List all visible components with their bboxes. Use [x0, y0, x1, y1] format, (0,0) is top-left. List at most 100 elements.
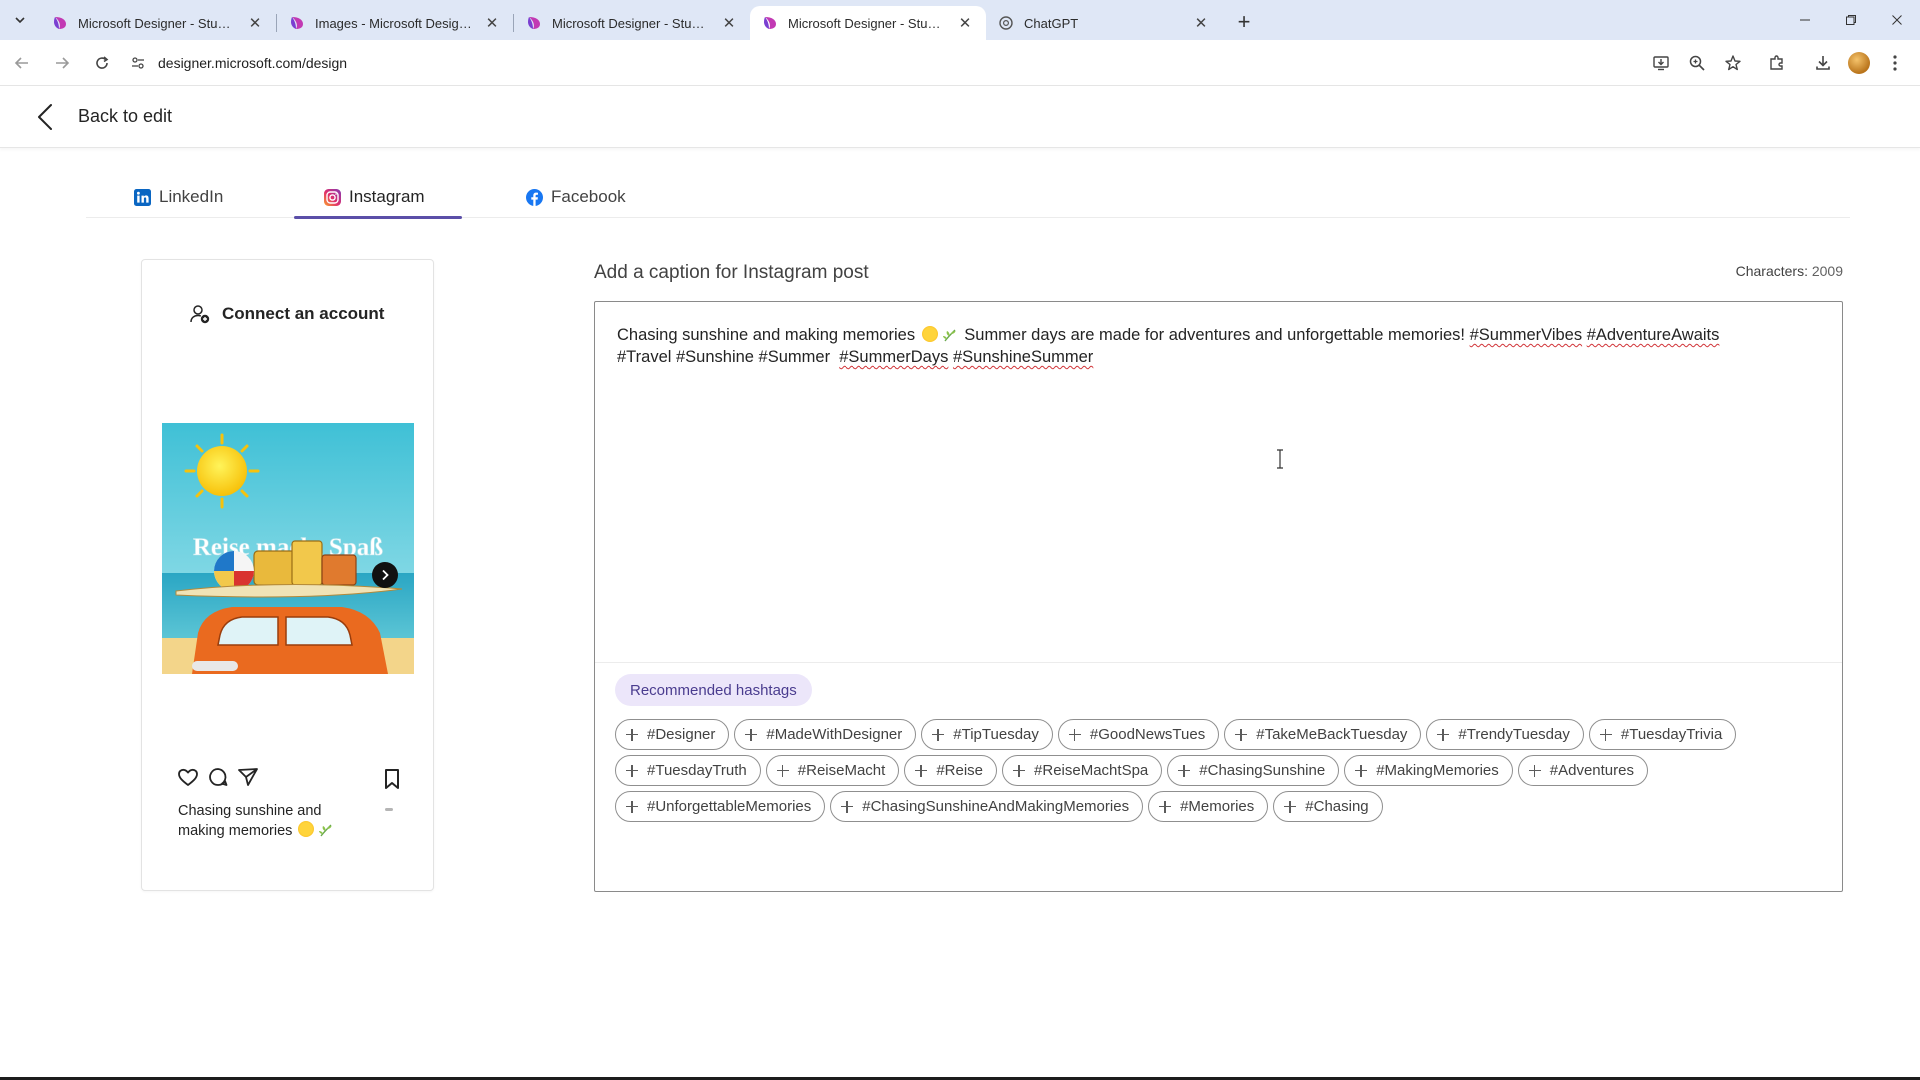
extensions-button[interactable] [1764, 50, 1790, 76]
caption-editor: Chasing sunshine and making memories Sum… [594, 301, 1843, 892]
reload-button[interactable] [84, 45, 120, 81]
caption-editor-title: Add a caption for Instagram post [594, 262, 869, 283]
chevron-left-icon [38, 103, 52, 130]
tab-title: Microsoft Designer - Stunning designs [552, 15, 710, 31]
hashtag-chip-label: #UnforgettableMemories [647, 798, 812, 815]
close-window-button[interactable] [1874, 0, 1920, 40]
send-icon[interactable] [236, 765, 260, 789]
caption-hashtag-sunshinesummer: #SunshineSummer [952, 348, 1094, 366]
tab-search-button[interactable] [0, 0, 40, 40]
more-vertical-icon [1893, 55, 1897, 71]
hashtag-chip[interactable]: #ReiseMacht [765, 755, 900, 786]
profile-button[interactable] [1846, 50, 1872, 76]
plus-icon [776, 764, 789, 777]
tab-title: Microsoft Designer - Stunning designs [788, 15, 946, 31]
hashtag-chip[interactable]: #TuesdayTrivia [1588, 719, 1737, 750]
plus-icon [1599, 728, 1612, 741]
hashtag-row-1: #Designer #MadeWithDesigner #TipTuesday … [615, 719, 1825, 750]
hashtag-chip[interactable]: #Designer [615, 719, 730, 750]
editor-divider [595, 662, 1842, 663]
reload-icon [96, 55, 109, 69]
hashtag-chip[interactable]: #Adventures [1517, 755, 1648, 786]
hashtag-chip[interactable]: #MadeWithDesigner [734, 719, 917, 750]
heart-icon[interactable] [176, 765, 200, 789]
restore-icon [1846, 15, 1856, 25]
hashtag-chip[interactable]: #TipTuesday [921, 719, 1053, 750]
facebook-icon [526, 188, 543, 206]
back-to-edit-button[interactable]: Back to edit [34, 102, 172, 132]
post-actions [176, 765, 406, 791]
tab-close-icon[interactable]: ✕ [1192, 14, 1210, 32]
linkedin-icon [134, 188, 151, 206]
caption-hashtag-adventureawaits: #AdventureAwaits [1586, 326, 1720, 344]
hashtag-chip[interactable]: #Chasing [1273, 791, 1383, 822]
bookmark-star-button[interactable] [1720, 50, 1746, 76]
tab-instagram-label: Instagram [349, 187, 425, 206]
hashtag-chip[interactable]: #ChasingSunshineAndMakingMemories [830, 791, 1144, 822]
hashtag-chip[interactable]: #MakingMemories [1344, 755, 1513, 786]
plus-icon [626, 764, 638, 777]
restore-button[interactable] [1828, 0, 1874, 40]
herb-emoji-icon [942, 329, 956, 342]
bookmark-icon[interactable] [380, 767, 404, 791]
tab-close-icon[interactable]: ✕ [246, 14, 264, 32]
preview-caption-line-2: making memories [178, 821, 348, 841]
hashtag-chip[interactable]: #ChasingSunshine [1167, 755, 1340, 786]
hashtag-chip[interactable]: #Memories [1148, 791, 1269, 822]
zoom-button[interactable] [1684, 50, 1710, 76]
tab-close-icon[interactable]: ✕ [720, 14, 738, 32]
site-info-icon[interactable] [126, 51, 150, 75]
tab-close-icon[interactable]: ✕ [483, 14, 501, 32]
url-text[interactable]: designer.microsoft.com/design [158, 55, 347, 71]
address-bar[interactable]: designer.microsoft.com/design [126, 46, 1646, 80]
plus-icon [1068, 728, 1081, 741]
tab-close-icon[interactable]: ✕ [956, 14, 974, 32]
hashtag-chip[interactable]: #TrendyTuesday [1426, 719, 1584, 750]
browser-tab-1[interactable]: Microsoft Designer - Stunning designs ✕ [40, 6, 276, 40]
tab-instagram[interactable]: Instagram [324, 182, 425, 218]
next-slide-button[interactable] [372, 562, 398, 588]
back-to-edit-label: Back to edit [78, 106, 173, 126]
designer-favicon-icon [528, 17, 540, 29]
minimize-button[interactable] [1782, 0, 1828, 40]
forward-nav-button[interactable] [44, 45, 80, 81]
tab-facebook-label: Facebook [551, 187, 626, 206]
comment-icon[interactable] [206, 765, 230, 789]
hashtag-chip-label: #TakeMeBackTuesday [1256, 726, 1408, 743]
tab-facebook[interactable]: Facebook [526, 182, 626, 218]
hashtag-chip[interactable]: #TuesdayTruth [615, 755, 761, 786]
connect-account-button[interactable]: Connect an account [188, 302, 384, 326]
browser-tab-4-active[interactable]: Microsoft Designer - Stunning designs ✕ [750, 6, 986, 40]
arrow-left-icon [14, 56, 28, 69]
hashtag-chip[interactable]: #Reise [904, 755, 998, 786]
hashtag-row-2: #TuesdayTruth #ReiseMacht #Reise #ReiseM… [615, 755, 1825, 786]
zoom-icon [1689, 55, 1705, 71]
tab-linkedin[interactable]: LinkedIn [134, 182, 223, 218]
hashtag-chip-label: #ReiseMacht [797, 762, 886, 779]
hashtag-chip-label: #TuesdayTrivia [1620, 726, 1723, 743]
sun-emoji-icon [298, 821, 315, 837]
hashtag-chip-label: #Chasing [1305, 798, 1369, 815]
text-cursor-icon [1277, 449, 1283, 469]
back-nav-button[interactable] [4, 45, 40, 81]
tab-title: ChatGPT [1024, 15, 1079, 31]
hashtag-chip-label: #Adventures [1549, 762, 1634, 779]
browser-tab-5[interactable]: ChatGPT ✕ [986, 6, 1222, 40]
hashtag-chip[interactable]: #GoodNewsTues [1057, 719, 1220, 750]
instagram-preview-card: Connect an account Reise macht Spaß Chas… [141, 259, 434, 891]
browser-tab-3[interactable]: Microsoft Designer - Stunning designs ✕ [514, 6, 750, 40]
caption-textarea[interactable]: Chasing sunshine and making memories Sum… [617, 324, 1822, 368]
person-add-icon [190, 305, 210, 324]
browser-tab-2[interactable]: Images - Microsoft Designer ✕ [277, 6, 513, 40]
downloads-button[interactable] [1810, 50, 1836, 76]
hashtag-chip[interactable]: #TakeMeBackTuesday [1224, 719, 1422, 750]
caption-text-part-1: Chasing sunshine and making memories [617, 326, 916, 344]
hashtag-chip[interactable]: #UnforgettableMemories [615, 791, 826, 822]
new-tab-button[interactable]: + [1228, 6, 1260, 38]
plus-icon [626, 800, 638, 813]
window-controls [1782, 0, 1920, 40]
hashtag-chip[interactable]: #ReiseMachtSpa [1002, 755, 1163, 786]
install-app-button[interactable] [1648, 50, 1674, 76]
browser-menu-button[interactable] [1882, 50, 1908, 76]
caption-text-part-3: #Travel #Sunshine #Summer [617, 348, 840, 366]
